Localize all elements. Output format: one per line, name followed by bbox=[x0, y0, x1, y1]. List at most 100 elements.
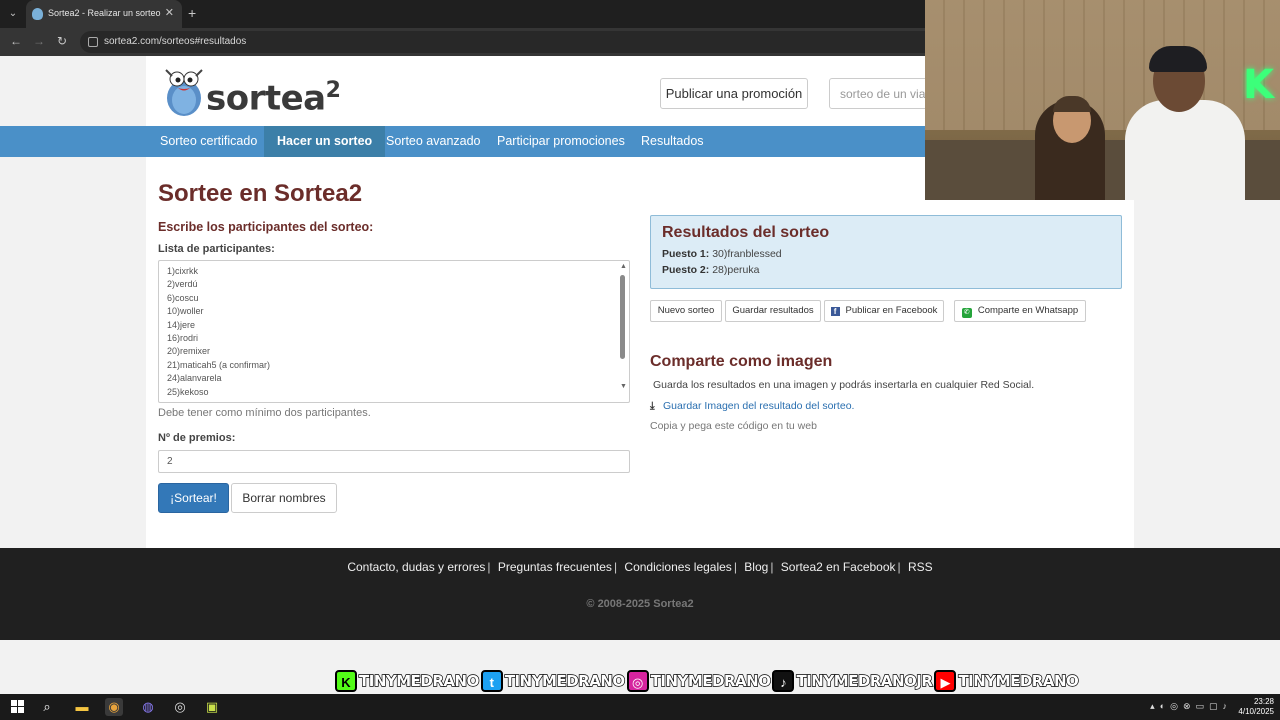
results-panel: Resultados del sorteo Puesto 1: 30)franb… bbox=[650, 215, 1122, 289]
kick-icon: K bbox=[335, 670, 357, 692]
copy-code-text: Copia y pega este código en tu web bbox=[650, 420, 817, 432]
facebook-share-button[interactable]: f Publicar en Facebook bbox=[824, 300, 944, 322]
mascot-logo-icon bbox=[165, 69, 203, 116]
social-handle-text: TINYMEDRANO bbox=[358, 671, 480, 690]
webcam-overlay: K bbox=[925, 0, 1280, 200]
footer-link-facebook[interactable]: Sortea2 en Facebook bbox=[781, 560, 896, 574]
participant-line: 20)remixer bbox=[167, 346, 211, 357]
app-icon[interactable]: ▣ bbox=[203, 698, 221, 716]
browser-tab[interactable]: Sortea2 - Realizar un sorteo ✕ bbox=[26, 0, 182, 28]
draw-button[interactable]: ¡Sortear! bbox=[158, 483, 229, 513]
tiktok-icon: ♪ bbox=[772, 670, 795, 692]
system-tray-icons[interactable]: ▴◐◎⊗▭▢♪ bbox=[1150, 701, 1232, 712]
facebook-icon: f bbox=[830, 307, 840, 316]
footer-link-faq[interactable]: Preguntas frecuentes bbox=[498, 560, 612, 574]
tab-search-icon[interactable]: ⌄ bbox=[4, 5, 22, 23]
close-icon[interactable]: ✕ bbox=[165, 6, 174, 19]
page-title: Sortee en Sortea2 bbox=[158, 180, 363, 207]
tab-title: Sortea2 - Realizar un sorteo bbox=[48, 8, 161, 18]
file-explorer-icon[interactable]: ▬ bbox=[73, 698, 91, 716]
participant-line: 16)rodri bbox=[167, 332, 199, 343]
footer-links: Contacto, dudas y errores | Preguntas fre… bbox=[347, 560, 933, 574]
footer-link-contact[interactable]: Contacto, dudas y errores bbox=[347, 560, 485, 574]
obs-icon[interactable]: ◎ bbox=[171, 698, 189, 716]
publish-promotion-button[interactable]: Publicar una promoción bbox=[660, 78, 808, 109]
nav-item-promotions[interactable]: Participar promociones bbox=[497, 126, 625, 157]
youtube-handle: ▶ TINYMEDRANO bbox=[934, 666, 1080, 696]
save-results-button[interactable]: Guardar resultados bbox=[725, 300, 821, 322]
share-image-title: Comparte como imagen bbox=[650, 353, 833, 370]
social-handle-text: TINYMEDRANOJR bbox=[796, 671, 934, 690]
participant-line: 21)maticah5 (a confirmar) bbox=[167, 359, 271, 370]
site-footer: Contacto, dudas y errores | Preguntas fre… bbox=[0, 548, 1280, 640]
result-line: Puesto 2: 28)peruka bbox=[662, 264, 760, 276]
search-icon[interactable]: ⌕ bbox=[38, 698, 56, 716]
clear-names-button[interactable]: Borrar nombres bbox=[231, 483, 337, 513]
footer-link-legal[interactable]: Condiciones legales bbox=[624, 560, 731, 574]
minimum-participants-hint: Debe tener como mínimo dos participantes… bbox=[158, 407, 371, 419]
participant-line: 1)cixrkk bbox=[167, 266, 198, 276]
nav-item-results[interactable]: Resultados bbox=[641, 126, 704, 157]
social-handles-banner: K TINYMEDRANO t TINYMEDRANO ◎ TINYMEDRAN… bbox=[335, 666, 1080, 696]
participant-line: 25)kekoso bbox=[167, 386, 209, 397]
site-info-icon[interactable] bbox=[88, 37, 98, 47]
clock-time: 23:28 bbox=[1253, 697, 1274, 706]
new-draw-button[interactable]: Nuevo sorteo bbox=[650, 300, 722, 322]
participants-list-label: Lista de participantes: bbox=[158, 243, 275, 255]
whatsapp-icon: ✆ bbox=[961, 308, 972, 318]
scroll-up-icon[interactable]: ▲ bbox=[620, 263, 627, 270]
footer-link-rss[interactable]: RSS bbox=[908, 560, 933, 574]
url-text: sortea2.com/sorteos#resultados bbox=[104, 36, 247, 47]
sortea2-favicon-icon bbox=[32, 8, 43, 20]
participants-textarea[interactable]: 1)cixrkk 2)verdú 6)coscu 10)woller 14)je… bbox=[158, 260, 630, 403]
scroll-thumb[interactable] bbox=[620, 275, 625, 359]
twitter-handle: t TINYMEDRANO bbox=[480, 666, 626, 696]
social-handle-text: TINYMEDRANO bbox=[650, 671, 772, 690]
youtube-icon: ▶ bbox=[934, 670, 957, 692]
streamer-right-cap bbox=[1149, 46, 1207, 72]
taskbar-clock[interactable]: 23:28 4/10/2025 bbox=[1238, 697, 1274, 717]
participant-line: 24)alanvarela bbox=[167, 373, 222, 384]
social-handle-text: TINYMEDRANO bbox=[504, 671, 626, 690]
kick-handle: K TINYMEDRANO bbox=[335, 666, 480, 696]
back-arrow-icon[interactable]: ← bbox=[10, 34, 22, 48]
neon-sign: K bbox=[1243, 62, 1274, 108]
participant-line: 6)coscu bbox=[167, 292, 199, 303]
save-image-link[interactable]: ⤓ Guardar Imagen del resultado del sorteo… bbox=[650, 400, 854, 413]
instagram-handle: ◎ TINYMEDRANO bbox=[626, 666, 772, 696]
scroll-down-icon[interactable]: ▼ bbox=[620, 383, 627, 390]
logo-wordmark: sortea2 bbox=[206, 78, 341, 119]
taskbar: ⌕ ▬ ◉ ◍ ◎ ▣ ▴◐◎⊗▭▢♪ 23:28 4/10/2025 bbox=[0, 694, 1280, 720]
nav-item-advanced[interactable]: Sorteo avanzado bbox=[386, 126, 481, 157]
copyright: © 2008-2025 Sortea2 bbox=[586, 598, 694, 610]
twitter-icon: t bbox=[480, 670, 503, 692]
new-tab-icon[interactable]: + bbox=[188, 5, 196, 21]
share-image-text: Guarda los resultados en una imagen y po… bbox=[653, 379, 1035, 391]
download-icon: ⤓ bbox=[650, 400, 655, 412]
results-title: Resultados del sorteo bbox=[662, 224, 830, 241]
prizes-input[interactable]: 2 bbox=[158, 450, 630, 473]
prizes-label: Nº de premios: bbox=[158, 432, 236, 444]
streamer-right bbox=[1125, 100, 1245, 200]
discord-icon[interactable]: ◍ bbox=[139, 698, 157, 716]
chrome-icon[interactable]: ◉ bbox=[105, 698, 123, 716]
social-handle-text: TINYMEDRANO bbox=[958, 671, 1080, 690]
nav-item-certified[interactable]: Sorteo certificado bbox=[160, 126, 257, 157]
nav-item-draw[interactable]: Hacer un sorteo bbox=[264, 126, 386, 157]
forward-arrow-icon[interactable]: → bbox=[33, 34, 45, 48]
whatsapp-share-button[interactable]: ✆ Comparte en Whatsapp bbox=[954, 300, 1086, 322]
instagram-icon: ◎ bbox=[626, 670, 649, 692]
tiktok-handle: ♪ TINYMEDRANOJR bbox=[772, 666, 934, 696]
participant-line: 14)jere bbox=[167, 319, 196, 330]
textarea-scrollbar[interactable]: ▲ ▼ bbox=[618, 263, 628, 399]
participants-list: 1)cixrkk 2)verdú 6)coscu 10)woller 14)je… bbox=[167, 265, 270, 399]
participant-line: 2)verdú bbox=[167, 279, 198, 290]
sortea2-logo[interactable]: sortea2 bbox=[160, 66, 341, 118]
footer-link-blog[interactable]: Blog bbox=[744, 560, 768, 574]
result-line: Puesto 1: 30)franblessed bbox=[662, 248, 782, 260]
reload-icon[interactable]: ↻ bbox=[57, 34, 67, 48]
participant-line: 10)woller bbox=[167, 306, 204, 317]
participants-heading: Escribe los participantes del sorteo: bbox=[158, 220, 374, 234]
clock-date: 4/10/2025 bbox=[1238, 707, 1274, 716]
windows-start-icon[interactable] bbox=[11, 700, 24, 713]
